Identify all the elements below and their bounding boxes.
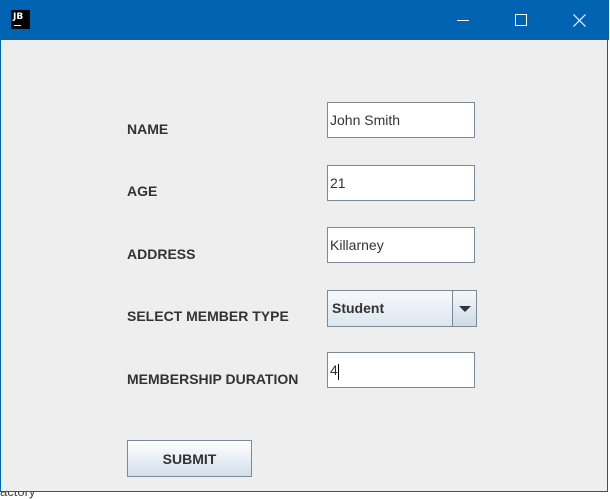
app-window: JB NAME AGE ADDRESS SELECT MEMBER TYPE bbox=[0, 0, 609, 492]
minimize-button[interactable] bbox=[434, 0, 492, 40]
title-bar[interactable]: JB bbox=[1, 0, 609, 40]
membership-duration-label: MEMBERSHIP DURATION bbox=[127, 371, 299, 387]
submit-button[interactable]: SUBMIT bbox=[127, 440, 252, 477]
address-field[interactable] bbox=[327, 227, 475, 263]
maximize-icon bbox=[515, 14, 527, 26]
close-button[interactable] bbox=[550, 0, 608, 40]
member-type-selected-value: Student bbox=[332, 300, 385, 316]
membership-duration-field[interactable] bbox=[327, 352, 475, 388]
chevron-down-icon[interactable] bbox=[452, 291, 476, 326]
member-type-label: SELECT MEMBER TYPE bbox=[127, 308, 289, 324]
text-cursor bbox=[338, 364, 339, 380]
age-label: AGE bbox=[127, 183, 158, 199]
maximize-button[interactable] bbox=[492, 0, 550, 40]
app-icon: JB bbox=[11, 10, 30, 29]
member-type-select[interactable]: Student bbox=[327, 290, 477, 327]
name-field[interactable] bbox=[327, 102, 475, 138]
close-icon bbox=[572, 13, 586, 27]
app-icon-text: JB bbox=[13, 12, 24, 22]
address-label: ADDRESS bbox=[127, 246, 196, 262]
age-field[interactable] bbox=[327, 165, 475, 201]
minimize-icon bbox=[457, 20, 469, 21]
name-label: NAME bbox=[127, 121, 169, 137]
